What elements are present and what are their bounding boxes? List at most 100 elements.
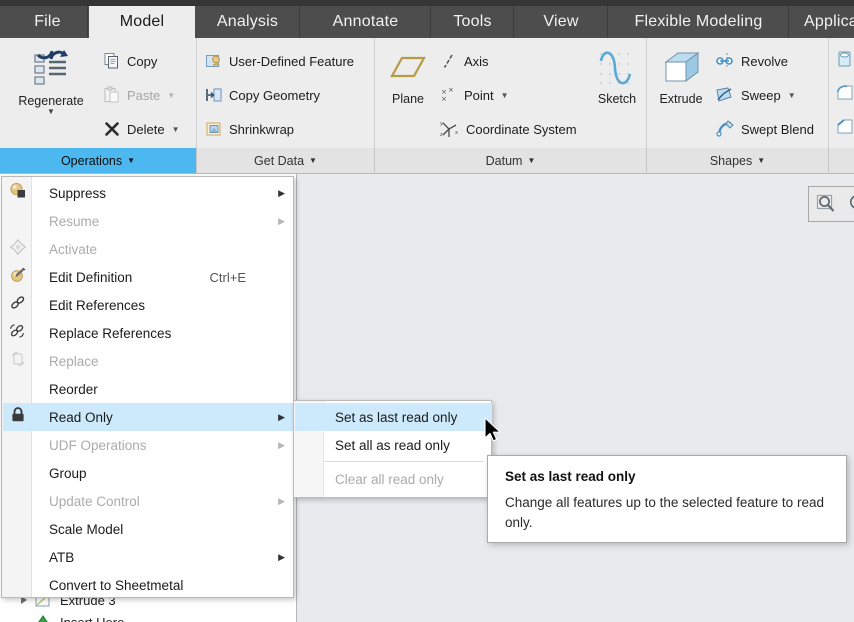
menu-item-reorder-label: Reorder <box>49 382 98 397</box>
menu-item-edit-definition[interactable]: Edit Definition Ctrl+E <box>3 263 294 291</box>
shrinkwrap-label: Shrinkwrap <box>229 122 294 137</box>
menu-item-reorder[interactable]: Reorder <box>3 375 294 403</box>
menu-item-edit-definition-shortcut: Ctrl+E <box>210 270 246 285</box>
engineering-hole-button[interactable] <box>836 50 854 68</box>
tab-annotate[interactable]: Annotate <box>301 6 431 38</box>
menu-item-atb[interactable]: ATB ▶ <box>3 543 294 571</box>
mouse-cursor <box>484 417 504 445</box>
magnifier-icon[interactable] <box>814 192 838 216</box>
tab-annotate-label: Annotate <box>333 13 399 31</box>
extrude-button[interactable]: Extrude <box>653 48 709 106</box>
datum-plane-button[interactable]: Plane <box>381 48 435 106</box>
coordinate-system-button[interactable]: y z x Coordinate System <box>440 120 577 138</box>
tree-row-insert-here[interactable]: Insert Here <box>18 614 124 622</box>
chevron-down-icon[interactable]: ▼ <box>527 156 535 165</box>
chevron-down-icon[interactable]: ▼ <box>127 156 135 165</box>
paste-dropdown-caret[interactable]: ▼ <box>167 91 175 100</box>
tab-tools-label: Tools <box>453 13 491 31</box>
submenu-item-set-as-last-read-only-label: Set as last read only <box>335 410 457 425</box>
datum-axis-button[interactable]: Axis <box>440 52 489 70</box>
swept-blend-label: Swept Blend <box>741 122 814 137</box>
ribbon-tab-bar: File Model Analysis Annotate Tools View … <box>0 0 854 38</box>
chevron-down-icon[interactable]: ▼ <box>309 156 317 165</box>
datum-point-icon: × × × <box>440 86 458 104</box>
operations-context-menu: Suppress ▶ Resume ▶ Activate <box>1 176 294 598</box>
coordinate-system-icon: y z x <box>440 120 460 138</box>
sweep-dropdown-caret[interactable]: ▼ <box>788 91 796 100</box>
swept-blend-button[interactable]: Swept Blend <box>715 120 814 138</box>
group-label-operations[interactable]: Operations ▼ <box>0 148 197 173</box>
tab-analysis[interactable]: Analysis <box>196 6 300 38</box>
regenerate-button[interactable]: Regenerate ▼ <box>8 46 94 116</box>
menu-item-replace[interactable]: Replace <box>3 347 294 375</box>
menu-item-scale-model[interactable]: Scale Model <box>3 515 294 543</box>
paste-button[interactable]: Paste ▼ <box>103 86 175 104</box>
delete-button[interactable]: Delete ▼ <box>103 120 180 138</box>
tab-view[interactable]: View <box>515 6 608 38</box>
menu-item-edit-references[interactable]: Edit References <box>3 291 294 319</box>
menu-item-scale-model-label: Scale Model <box>49 522 123 537</box>
menu-item-edit-definition-label: Edit Definition <box>49 270 132 285</box>
group-label-get-data-text: Get Data <box>254 154 304 168</box>
group-label-engineering[interactable] <box>829 148 854 173</box>
menu-item-convert-to-sheetmetal-label: Convert to Sheetmetal <box>49 578 183 593</box>
copy-geometry-button[interactable]: Copy Geometry <box>205 86 320 104</box>
menu-item-udf-operations[interactable]: UDF Operations ▶ <box>3 431 294 459</box>
chevron-down-icon[interactable]: ▼ <box>757 156 765 165</box>
datum-point-dropdown-caret[interactable]: ▼ <box>501 91 509 100</box>
submenu-item-clear-all-read-only[interactable]: Clear all read only <box>295 465 492 493</box>
menu-item-atb-label: ATB <box>49 550 74 565</box>
tab-flexible-modeling[interactable]: Flexible Modeling <box>609 6 789 38</box>
copy-button[interactable]: Copy <box>103 52 157 70</box>
submenu-arrow-icon: ▶ <box>278 413 285 422</box>
zoom-target-icon[interactable] <box>846 192 854 216</box>
menu-item-suppress[interactable]: Suppress ▶ <box>3 179 294 207</box>
menu-item-update-control[interactable]: Update Control ▶ <box>3 487 294 515</box>
menu-item-group[interactable]: Group <box>3 459 294 487</box>
menu-item-convert-to-sheetmetal[interactable]: Convert to Sheetmetal <box>3 571 294 599</box>
sketch-label: Sketch <box>598 92 636 106</box>
svg-text:×: × <box>441 95 447 103</box>
engineering-round-button[interactable] <box>836 84 854 102</box>
engineering-chamfer-button[interactable] <box>836 118 854 136</box>
lock-icon <box>7 406 29 429</box>
round-icon <box>836 84 854 102</box>
submenu-item-set-all-as-read-only[interactable]: Set all as read only <box>295 431 492 459</box>
regenerate-label: Regenerate <box>18 94 83 108</box>
revolve-button[interactable]: Revolve <box>715 52 788 70</box>
menu-item-resume[interactable]: Resume ▶ <box>3 207 294 235</box>
submenu-arrow-icon: ▶ <box>278 553 285 562</box>
tab-applications[interactable]: Applications <box>790 6 854 38</box>
user-defined-feature-label: User-Defined Feature <box>229 54 354 69</box>
coordinate-system-label: Coordinate System <box>466 122 577 137</box>
group-label-datum[interactable]: Datum ▼ <box>375 148 647 173</box>
tab-model[interactable]: Model <box>89 6 195 38</box>
sketch-button[interactable]: Sketch <box>590 48 644 106</box>
tab-tools[interactable]: Tools <box>432 6 514 38</box>
tab-file[interactable]: File <box>8 6 88 38</box>
group-label-get-data[interactable]: Get Data ▼ <box>197 148 375 173</box>
svg-text:x: x <box>455 130 458 136</box>
user-defined-feature-button[interactable]: User-Defined Feature <box>205 52 354 70</box>
menu-item-activate[interactable]: Activate <box>3 235 294 263</box>
submenu-divider <box>324 461 484 462</box>
view-toolbar <box>808 186 854 222</box>
udf-icon <box>205 52 223 70</box>
replace-icon <box>7 350 29 373</box>
datum-plane-icon <box>386 48 430 90</box>
datum-point-button[interactable]: × × × Point ▼ <box>440 86 509 104</box>
regenerate-dropdown-caret[interactable]: ▼ <box>47 108 55 116</box>
group-label-shapes[interactable]: Shapes ▼ <box>647 148 829 173</box>
tab-view-label: View <box>543 13 578 31</box>
menu-item-replace-references[interactable]: Replace References <box>3 319 294 347</box>
revolve-label: Revolve <box>741 54 788 69</box>
submenu-item-set-as-last-read-only[interactable]: Set as last read only <box>295 403 492 431</box>
shrinkwrap-button[interactable]: Shrinkwrap <box>205 120 294 138</box>
menu-item-replace-references-label: Replace References <box>49 326 171 341</box>
chamfer-icon <box>836 118 854 136</box>
tab-file-label: File <box>34 13 61 31</box>
swept-blend-icon <box>715 120 735 138</box>
delete-dropdown-caret[interactable]: ▼ <box>172 125 180 134</box>
menu-item-read-only[interactable]: Read Only ▶ <box>3 403 294 431</box>
sweep-button[interactable]: Sweep ▼ <box>715 86 796 104</box>
